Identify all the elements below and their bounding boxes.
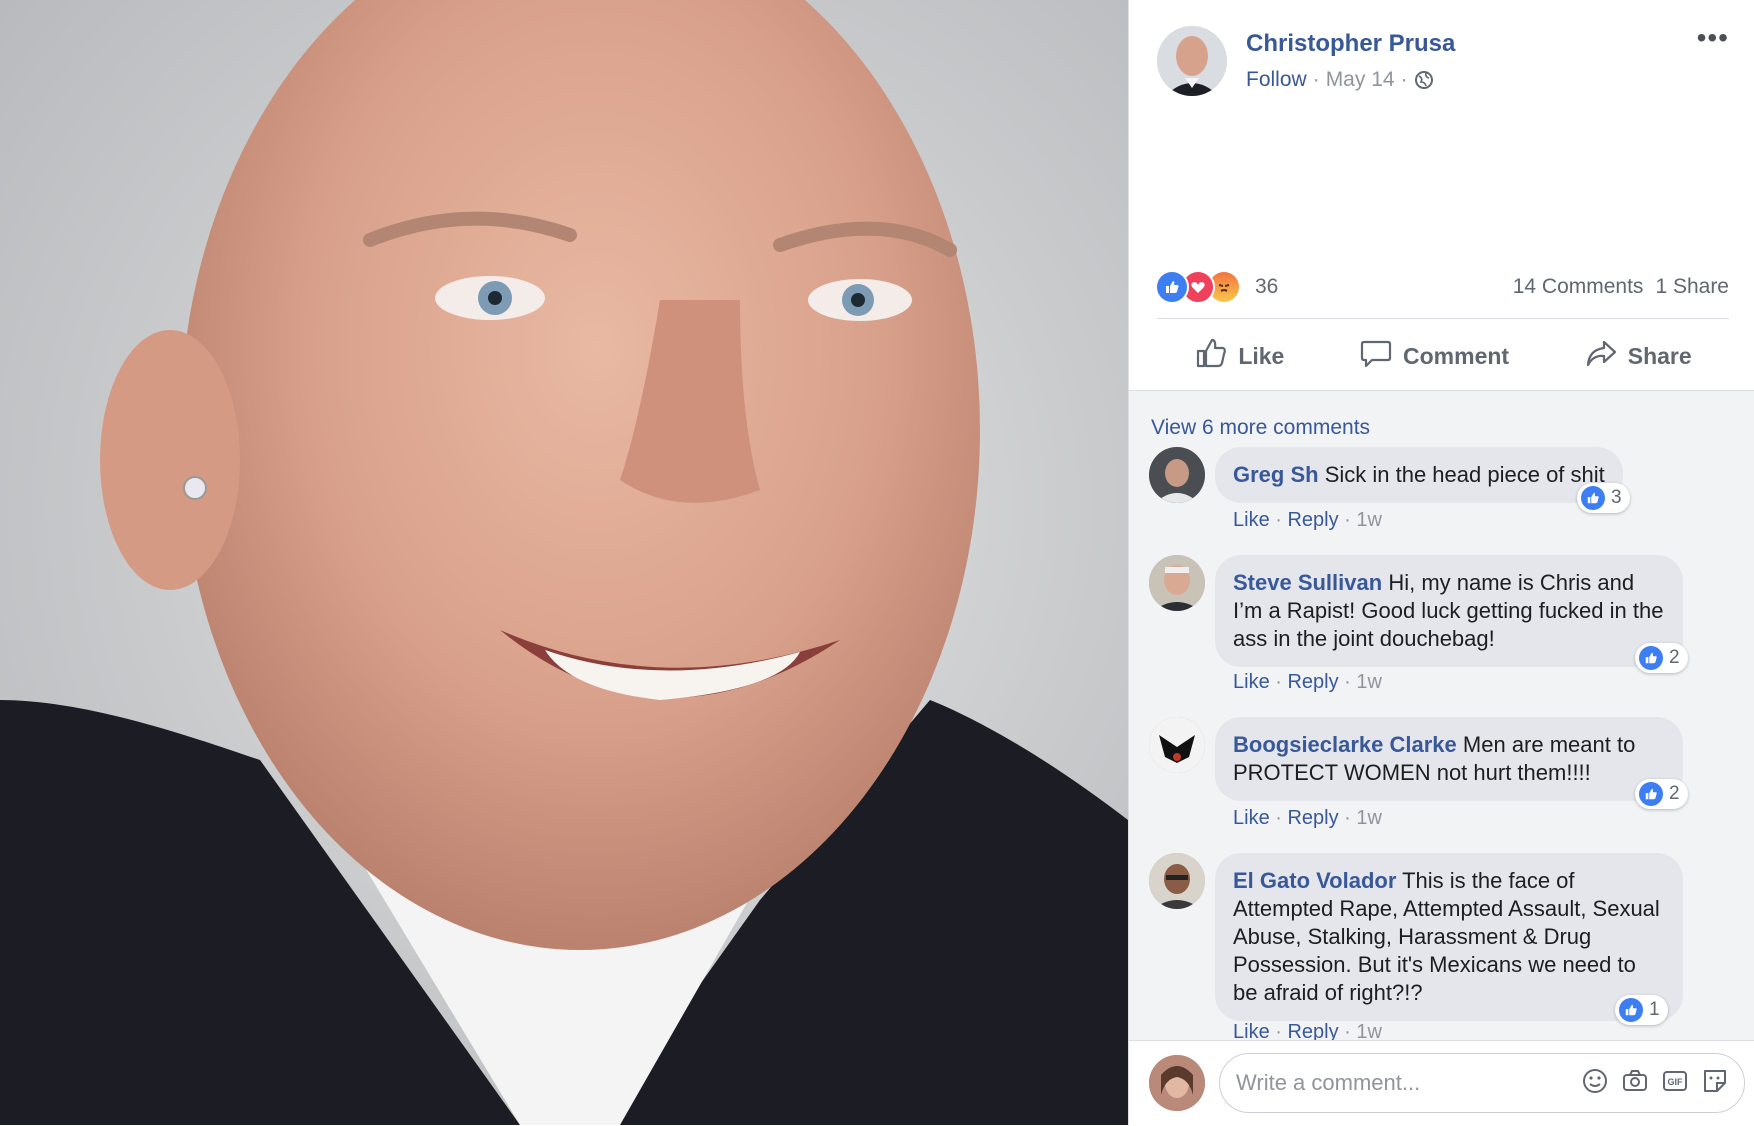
comment-like-link[interactable]: Like	[1233, 807, 1270, 829]
comment-bubble: Greg Sh Sick in the head piece of shit	[1215, 447, 1623, 503]
comment-bubble: Boogsieclarke Clarke Men are meant to PR…	[1215, 717, 1683, 801]
comment-actions: Like · Reply · 1w	[1233, 1021, 1382, 1041]
post-actions: Like Comment Share	[1157, 328, 1729, 384]
comment-bubble: Steve Sullivan Hi, my name is Chris and …	[1215, 555, 1683, 667]
like-reaction-icon	[1639, 646, 1663, 670]
comments-list[interactable]: View 6 more comments Greg Sh Sick in the…	[1129, 390, 1754, 1041]
share-label: Share	[1627, 342, 1692, 369]
meta-separator: ·	[1400, 68, 1408, 91]
comment-reaction-badge[interactable]: 3	[1577, 483, 1630, 513]
divider	[1157, 318, 1729, 319]
like-reaction-icon	[1639, 782, 1663, 806]
comment-time[interactable]: 1w	[1356, 509, 1382, 531]
like-label: Like	[1238, 342, 1285, 369]
reaction-count: 36	[1255, 275, 1279, 298]
comment-time[interactable]: 1w	[1356, 807, 1382, 829]
comment-reply-link[interactable]: Reply	[1287, 671, 1338, 693]
gif-icon[interactable]: GIF	[1660, 1066, 1690, 1101]
portrait-illustration	[0, 0, 1128, 1125]
comments-count-link[interactable]: 14 Comments	[1513, 275, 1644, 299]
comment-time[interactable]: 1w	[1356, 671, 1382, 693]
post-side-panel: Christopher Prusa Follow · May 14 · ••• …	[1128, 0, 1754, 1126]
like-reaction-icon	[1619, 998, 1643, 1022]
comment-like-link[interactable]: Like	[1233, 671, 1270, 693]
comment-actions: Like · Reply · 1w	[1233, 807, 1382, 829]
comment-like-link[interactable]: Like	[1233, 509, 1270, 531]
comment-input[interactable]	[1234, 1069, 1580, 1097]
follow-link[interactable]: Follow	[1246, 68, 1307, 92]
reaction-count: 2	[1669, 783, 1680, 804]
share-button[interactable]: Share	[1584, 336, 1692, 376]
commenter-avatar[interactable]	[1149, 853, 1205, 909]
comment-reaction-badge[interactable]: 1	[1615, 995, 1668, 1025]
camera-icon[interactable]	[1620, 1066, 1650, 1101]
reactions-summary[interactable]: 36	[1155, 270, 1278, 304]
comment-reply-link[interactable]: Reply	[1287, 509, 1338, 531]
comment-actions: Like · Reply · 1w	[1233, 509, 1382, 531]
like-reaction-icon	[1155, 270, 1189, 304]
comment-label: Comment	[1403, 342, 1510, 369]
comment-button[interactable]: Comment	[1359, 336, 1509, 376]
commenter-name[interactable]: Greg Sh	[1233, 462, 1319, 487]
like-reaction-icon	[1581, 486, 1605, 510]
author-name[interactable]: Christopher Prusa	[1246, 30, 1455, 58]
comment-like-link[interactable]: Like	[1233, 1021, 1270, 1041]
comment-text: Sick in the head piece of shit	[1324, 462, 1605, 487]
sticker-icon[interactable]	[1700, 1066, 1730, 1101]
composer-tools: GIF	[1580, 1066, 1730, 1101]
share-arrow-icon	[1584, 336, 1618, 376]
meta-separator: ·	[1312, 68, 1320, 91]
view-more-comments-link[interactable]: View 6 more comments	[1151, 416, 1370, 440]
more-options-button[interactable]: •••	[1697, 24, 1729, 52]
author-avatar[interactable]	[1157, 26, 1227, 96]
engagement-counts: 14 Comments 1 Share	[1513, 275, 1729, 299]
commenter-avatar[interactable]	[1149, 555, 1205, 611]
comment-composer: GIF	[1129, 1040, 1754, 1126]
shares-count-link[interactable]: 1 Share	[1655, 275, 1729, 299]
commenter-avatar[interactable]	[1149, 717, 1205, 773]
comment-time[interactable]: 1w	[1356, 1021, 1382, 1041]
commenter-name[interactable]: Boogsieclarke Clarke	[1233, 732, 1457, 757]
comment-reaction-badge[interactable]: 2	[1635, 779, 1688, 809]
current-user-avatar[interactable]	[1149, 1055, 1205, 1111]
post-meta: Follow · May 14 ·	[1246, 68, 1434, 92]
author-avatar-image	[1157, 26, 1227, 96]
comment-bubble: El Gato Volador This is the face of Atte…	[1215, 853, 1683, 1021]
reaction-count: 3	[1611, 487, 1622, 508]
reaction-count: 1	[1649, 999, 1660, 1020]
reaction-count: 2	[1669, 647, 1680, 668]
like-button[interactable]: Like	[1194, 336, 1284, 376]
speech-bubble-icon	[1359, 336, 1393, 376]
ellipsis-icon: •••	[1696, 22, 1729, 53]
thumbs-up-icon	[1194, 336, 1228, 376]
comment-reply-link[interactable]: Reply	[1287, 1021, 1338, 1041]
comment-reply-link[interactable]: Reply	[1287, 807, 1338, 829]
globe-icon[interactable]	[1414, 70, 1434, 90]
svg-text:GIF: GIF	[1668, 1077, 1684, 1087]
comment-reaction-badge[interactable]: 2	[1635, 643, 1688, 673]
post-date[interactable]: May 14	[1326, 68, 1395, 92]
commenter-name[interactable]: Steve Sullivan	[1233, 570, 1382, 595]
commenter-avatar[interactable]	[1149, 447, 1205, 503]
post-photo[interactable]	[0, 0, 1128, 1125]
emoji-icon[interactable]	[1580, 1066, 1610, 1101]
commenter-name[interactable]: El Gato Volador	[1233, 868, 1396, 893]
comment-actions: Like · Reply · 1w	[1233, 671, 1382, 693]
comment-input-wrapper: GIF	[1219, 1053, 1745, 1113]
